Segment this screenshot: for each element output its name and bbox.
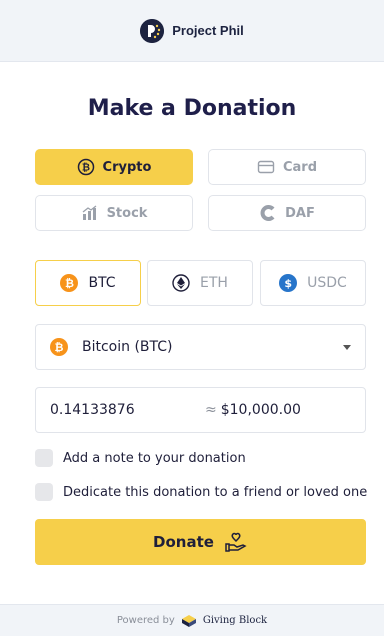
coin-selector: ₿ BTC ETH $ USDC (35, 260, 366, 306)
btc-icon: ₿ (50, 338, 68, 356)
coin-usdc-button[interactable]: $ USDC (260, 260, 366, 306)
svg-text:₿: ₿ (81, 162, 89, 174)
crypto-amount-input[interactable]: 0.14133876 (50, 402, 205, 418)
dedicate-option[interactable]: Dedicate this donation to a friend or lo… (35, 483, 367, 501)
usd-amount-value: $10,000.00 (220, 402, 301, 418)
page-title: Make a Donation (87, 96, 297, 121)
coin-eth-label: ETH (200, 275, 228, 291)
approx-symbol: ≈ (205, 402, 217, 418)
powered-by-text: Powered by (116, 615, 175, 626)
add-note-checkbox[interactable] (35, 449, 53, 467)
stock-icon (81, 204, 99, 222)
method-crypto-button[interactable]: ₿ Crypto (35, 149, 193, 185)
donate-button[interactable]: Donate (35, 519, 366, 565)
method-crypto-label: Crypto (102, 159, 152, 175)
currency-dropdown[interactable]: ₿ Bitcoin (BTC) (35, 324, 366, 370)
giving-block-logo-icon (181, 614, 197, 628)
bitcoin-icon: ₿ (77, 158, 95, 176)
coin-eth-button[interactable]: ETH (147, 260, 253, 306)
add-note-label: Add a note to your donation (63, 450, 246, 466)
method-daf-label: DAF (285, 205, 315, 221)
header-bar: Project Phil (0, 0, 384, 62)
currency-dropdown-value: Bitcoin (BTC) (82, 339, 173, 355)
coin-btc-button[interactable]: ₿ BTC (35, 260, 141, 306)
footer-bar: Powered by Giving Block (0, 604, 384, 636)
method-card-label: Card (282, 159, 318, 175)
dedicate-checkbox[interactable] (35, 483, 53, 501)
usd-amount[interactable]: ≈ $10,000.00 (205, 402, 301, 418)
coin-btc-label: BTC (88, 275, 116, 291)
method-daf-button[interactable]: DAF (208, 195, 366, 231)
daf-icon (259, 204, 277, 222)
method-stock-label: Stock (106, 205, 148, 221)
project-phil-logo-icon (140, 18, 165, 43)
heart-hand-icon (224, 530, 248, 554)
dedicate-label: Dedicate this donation to a friend or lo… (63, 484, 368, 500)
donate-button-label: Donate (153, 533, 214, 551)
giving-block-brand[interactable]: Giving Block (203, 615, 267, 626)
card-icon (257, 158, 275, 176)
method-stock-button[interactable]: Stock (35, 195, 193, 231)
btc-icon: ₿ (60, 274, 79, 292)
method-card-button[interactable]: Card (208, 149, 366, 185)
add-note-option[interactable]: Add a note to your donation (35, 449, 246, 467)
coin-usdc-label: USDC (307, 275, 347, 291)
chevron-down-icon (343, 344, 351, 350)
usdc-icon: $ (279, 274, 298, 292)
eth-icon (172, 274, 190, 292)
amount-field[interactable]: 0.14133876 ≈ $10,000.00 (35, 387, 366, 433)
org-name: Project Phil (172, 23, 244, 38)
